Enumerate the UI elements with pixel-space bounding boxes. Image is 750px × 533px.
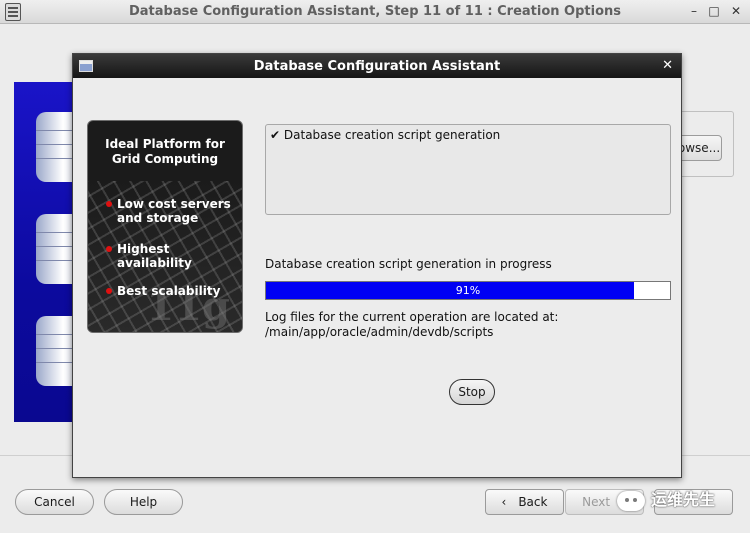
promo-heading: Ideal Platform for Grid Computing [88,137,242,167]
checkmark-icon: ✔ [270,128,281,142]
chevron-left-icon: ‹ [501,495,507,509]
database-cylinder-icon [36,214,76,284]
oracle-promo-image: 11g Ideal Platform for Grid Computing Lo… [87,120,243,333]
back-button-label: Back [518,495,548,509]
progress-percent: 91% [455,284,481,297]
outer-titlebar: Database Configuration Assistant, Step 1… [0,0,750,24]
close-window-icon[interactable]: ✕ [728,3,744,19]
wechat-icon [617,490,645,511]
log-files-label: Log files for the current operation are … [265,310,559,324]
promo-heading-line2: Grid Computing [111,152,219,166]
dialog-title: Database Configuration Assistant [253,59,501,74]
watermark: 运维先生 [617,486,715,511]
promo-bullet: Highest availability [106,242,242,270]
red-bullet-icon [106,288,112,294]
step-item: ✔ Database creation script generation [270,128,666,142]
help-button[interactable]: Help [104,489,183,515]
back-button[interactable]: ‹ Back [485,489,564,515]
maximize-icon[interactable]: □ [706,3,722,19]
red-bullet-icon [106,246,112,252]
stop-button[interactable]: Stop [449,379,495,405]
promo-heading-line1: Ideal Platform for [105,137,225,151]
cancel-button[interactable]: Cancel [15,489,94,515]
progress-label: Database creation script generation in p… [265,257,552,271]
promo-bullet: Best scalability [106,284,220,298]
close-icon[interactable]: ✕ [662,58,673,73]
minimize-icon[interactable]: – [686,3,702,19]
progress-dialog: Database Configuration Assistant ✕ 11g I… [72,53,682,478]
watermark-text: 运维先生 [651,490,716,509]
dialog-titlebar[interactable]: Database Configuration Assistant ✕ [73,54,681,78]
wizard-side-banner [14,82,76,422]
next-button-label: Next [582,495,611,509]
window-title: Database Configuration Assistant, Step 1… [128,4,622,19]
log-files-path: /main/app/oracle/admin/devdb/scripts [265,325,494,339]
promo-bullet: Low cost servers and storage [106,197,231,225]
step-list: ✔ Database creation script generation [265,124,671,215]
database-cylinder-icon [36,112,76,182]
database-cylinder-icon [36,316,76,386]
progress-bar: 91% [265,281,671,300]
step-label: Database creation script generation [283,128,501,142]
red-bullet-icon [106,201,112,207]
